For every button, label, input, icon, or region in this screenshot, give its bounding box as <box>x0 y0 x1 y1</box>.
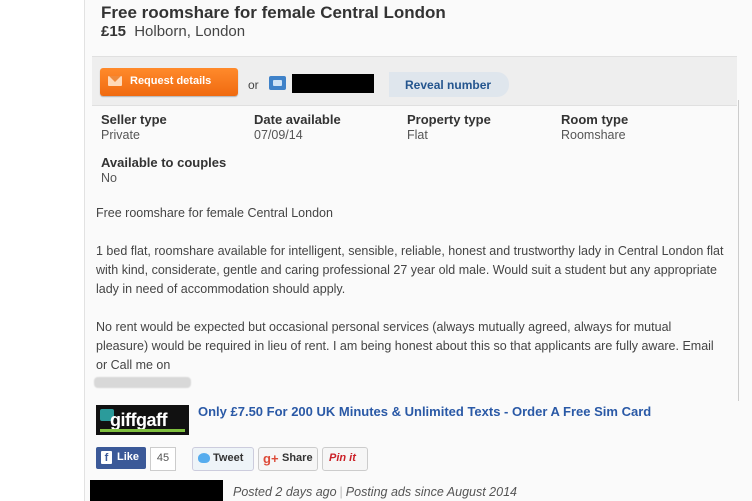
pinterest-button[interactable]: Pin it <box>322 447 368 471</box>
giffgaff-logo[interactable]: giffgaff <box>96 405 189 435</box>
twitter-bird-icon <box>198 453 210 463</box>
couples-key: Available to couples <box>101 155 227 170</box>
seller-type-field: Seller type Private <box>101 112 167 142</box>
property-type-key: Property type <box>407 112 491 127</box>
envelope-icon <box>108 76 122 86</box>
like-count: 45 <box>150 447 176 471</box>
pin-it-label: Pin it <box>329 452 356 464</box>
like-label: Like <box>117 451 140 463</box>
date-available-value: 07/09/14 <box>254 128 303 142</box>
tweet-button[interactable]: Tweet <box>192 447 254 471</box>
posting-since: Posting ads since August 2014 <box>345 485 517 499</box>
property-type-field: Property type Flat <box>407 112 491 142</box>
reveal-number-button[interactable]: Reveal number <box>389 72 509 97</box>
google-plus-icon: g+ <box>263 451 279 466</box>
share-label: Share <box>282 452 313 464</box>
redacted-contact <box>94 377 191 388</box>
google-share-button[interactable]: g+ Share <box>258 447 318 471</box>
listing-title: Free roomshare for female Central London <box>101 3 446 22</box>
posting-info: Posted 2 days ago | Posting ads since Augu… <box>233 485 517 499</box>
phone-icon <box>269 76 286 90</box>
description-body: 1 bed flat, roomshare available for inte… <box>96 244 724 296</box>
ad-link[interactable]: Only £7.50 For 200 UK Minutes & Unlimite… <box>198 404 651 419</box>
date-available-key: Date available <box>254 112 341 127</box>
listing-location: Holborn, London <box>134 23 246 40</box>
redacted-seller-name <box>90 480 223 501</box>
room-type-field: Room type Roomshare <box>561 112 628 142</box>
seller-type-value: Private <box>101 128 140 142</box>
redacted-phone-number <box>292 74 374 93</box>
scrollbar-track[interactable] <box>738 100 739 401</box>
or-label: or <box>248 78 259 92</box>
reveal-number-label: Reveal number <box>405 78 492 92</box>
request-details-label: Request details <box>130 75 212 87</box>
listing-subtitle: £15 Holborn, London <box>101 23 245 40</box>
facebook-icon: f <box>101 451 112 464</box>
posted-time: Posted 2 days ago <box>233 485 337 499</box>
giffgaff-underline <box>100 429 185 432</box>
giffgaff-logo-text: giffgaff <box>110 410 167 430</box>
seller-type-key: Seller type <box>101 112 167 127</box>
listing-price: £15 <box>101 23 127 40</box>
description-terms: No rent would be expected but occasional… <box>96 320 714 372</box>
posting-separator: | <box>339 485 343 499</box>
description-intro: Free roomshare for female Central London <box>96 206 333 220</box>
request-details-button[interactable]: Request details <box>100 68 238 96</box>
room-type-key: Room type <box>561 112 629 127</box>
couples-field: Available to couples No <box>101 155 226 185</box>
property-type-value: Flat <box>407 128 428 142</box>
tweet-label: Tweet <box>213 452 244 464</box>
couples-value: No <box>101 171 117 185</box>
date-available-field: Date available 07/09/14 <box>254 112 341 142</box>
room-type-value: Roomshare <box>561 128 626 142</box>
facebook-like-button[interactable]: f Like <box>96 447 146 469</box>
